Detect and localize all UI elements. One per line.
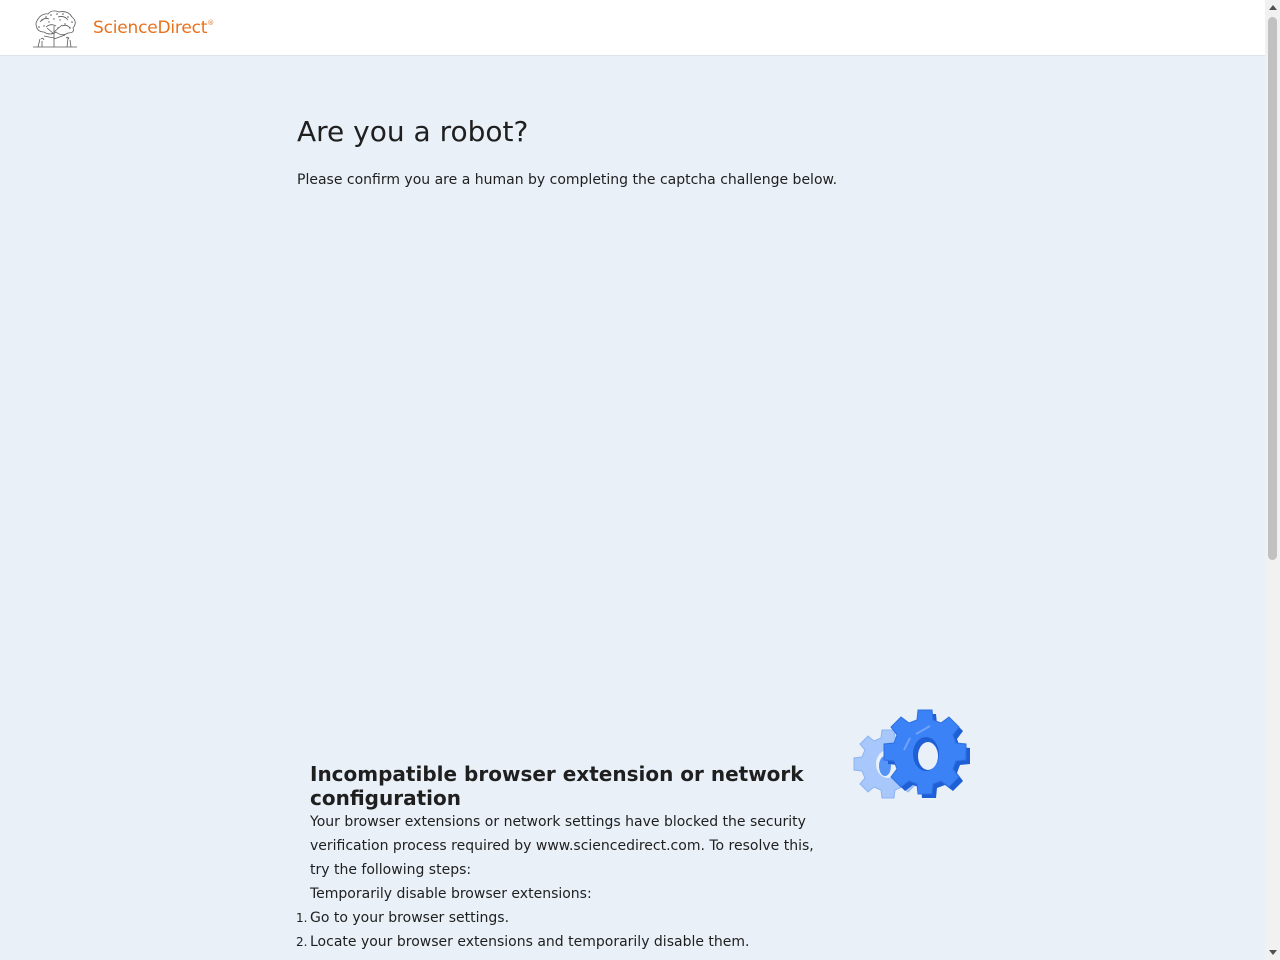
page-subtitle: Please confirm you are a human by comple… <box>297 172 838 188</box>
page: ScienceDirect® Are you a robot? Please c… <box>0 0 1280 960</box>
elsevier-tree-icon <box>33 10 77 48</box>
step-number: 1. <box>296 911 308 925</box>
gears-icon <box>853 709 970 799</box>
step-text: Go to your browser settings. <box>310 910 510 926</box>
chevron-down-icon <box>1268 950 1277 955</box>
notice-title: Incompatible browser extension or networ… <box>310 762 804 810</box>
list-item: 2. Locate your browser extensions and te… <box>296 930 830 954</box>
steps-list: 1. Go to your browser settings. 2. Locat… <box>296 906 830 954</box>
vertical-scrollbar[interactable] <box>1265 0 1280 960</box>
incompatible-extension-notice: Incompatible browser extension or networ… <box>296 762 830 954</box>
brand-wordmark: ScienceDirect® <box>93 18 215 38</box>
scroll-down-button[interactable] <box>1265 945 1280 960</box>
step-text: Locate your browser extensions and tempo… <box>310 934 750 950</box>
step-number: 2. <box>296 935 308 949</box>
chevron-up-icon <box>1268 5 1277 10</box>
notice-body: Your browser extensions or network setti… <box>310 814 814 878</box>
site-header: ScienceDirect® <box>0 0 1265 56</box>
page-title: Are you a robot? <box>297 115 529 148</box>
scroll-up-button[interactable] <box>1265 0 1280 15</box>
scrollbar-thumb[interactable] <box>1268 17 1277 560</box>
list-item: 1. Go to your browser settings. <box>296 906 830 930</box>
notice-subheading: Temporarily disable browser extensions: <box>310 886 592 902</box>
